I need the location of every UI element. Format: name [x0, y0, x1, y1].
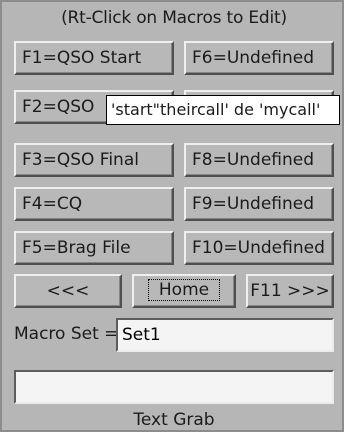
macro-f5-button[interactable]: F5=Brag File — [14, 231, 174, 265]
macro-f10-button[interactable]: F10=Undefined — [184, 231, 334, 265]
macro-f6-button[interactable]: F6=Undefined — [184, 41, 334, 75]
macro-panel: (Rt-Click on Macros to Edit) F1=QSO Star… — [0, 0, 344, 432]
next-set-button[interactable]: F11 >>> — [246, 274, 334, 308]
home-button[interactable]: Home — [132, 274, 236, 308]
macro-set-label: Macro Set = — [14, 324, 119, 344]
macro-f1-button[interactable]: F1=QSO Start — [14, 41, 174, 75]
macro-f4-button[interactable]: F4=CQ — [14, 187, 174, 221]
macro-tooltip: 'start"theircall' de 'mycall' — [106, 95, 340, 125]
macro-f3-button[interactable]: F3=QSO Final — [14, 143, 174, 177]
macro-f9-button[interactable]: F9=Undefined — [184, 187, 334, 221]
home-label: Home — [147, 279, 221, 301]
text-grab-label: Text Grab — [133, 410, 215, 430]
prev-set-button[interactable]: <<< — [14, 274, 122, 308]
edit-hint: (Rt-Click on Macros to Edit) — [61, 8, 287, 28]
text-grab-input[interactable] — [14, 370, 334, 404]
macro-set-input[interactable] — [116, 318, 334, 352]
macro-f8-button[interactable]: F8=Undefined — [184, 143, 334, 177]
